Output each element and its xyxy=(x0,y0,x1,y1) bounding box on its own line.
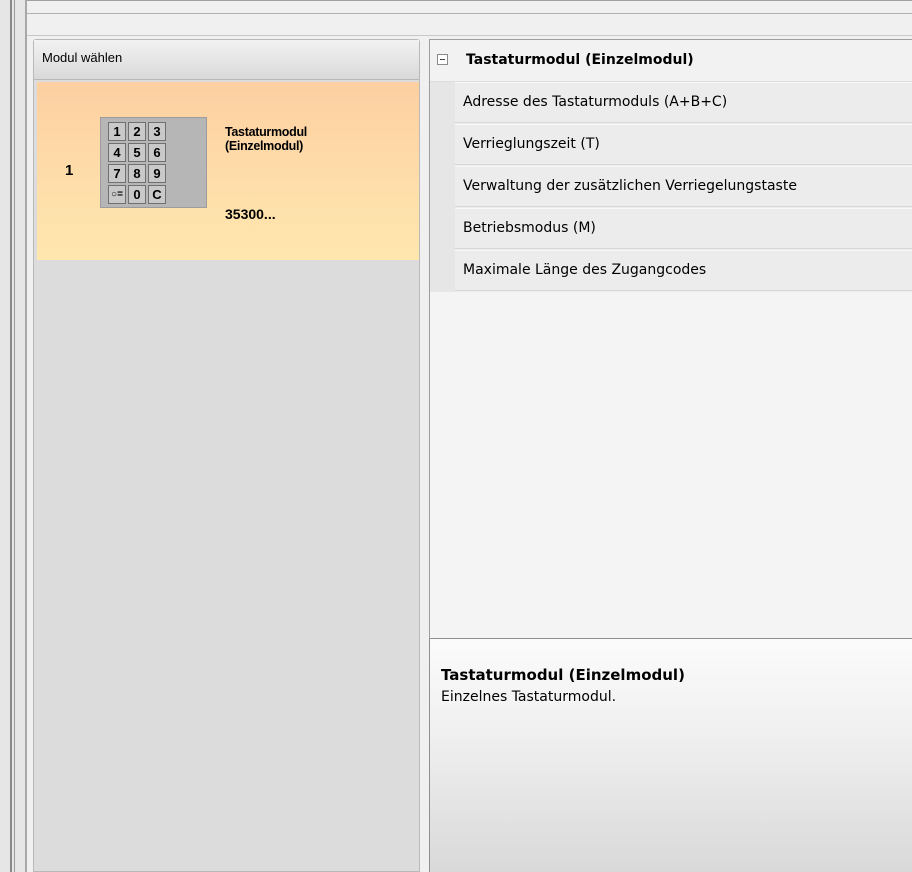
property-label: Maximale Länge des Zugangcodes xyxy=(463,262,707,278)
keypad-key: 2 xyxy=(128,122,146,141)
keypad-key: 5 xyxy=(128,143,146,162)
keypad-key: C xyxy=(148,185,166,204)
property-row-lock-time[interactable]: Verrieglungszeit (T) xyxy=(430,124,912,166)
property-label: Adresse des Tastaturmoduls (A+B+C) xyxy=(463,94,728,110)
property-row-extra-lock-key[interactable]: Verwaltung der zusätzlichen Verriegelung… xyxy=(430,166,912,208)
description-title: Tastaturmodul (Einzelmodul) xyxy=(441,666,685,684)
window-frame-left xyxy=(0,0,27,872)
property-row-code-length[interactable]: Maximale Länge des Zugangcodes xyxy=(430,250,912,292)
keypad-key: 7 xyxy=(108,164,126,183)
collapse-minus-icon[interactable] xyxy=(437,54,448,65)
module-card[interactable]: 1 1 2 3 4 5 6 7 8 9 ○= 0 C Tastaturmodul… xyxy=(37,82,419,260)
module-name-line1: Tastaturmodul xyxy=(225,125,307,139)
property-grid-empty-area xyxy=(430,292,912,640)
keypad-key: 0 xyxy=(128,185,146,204)
description-text: Einzelnes Tastaturmodul. xyxy=(441,689,617,705)
top-toolbar-strip xyxy=(27,0,912,36)
property-label: Betriebsmodus (M) xyxy=(463,220,596,236)
keypad-module-icon: 1 2 3 4 5 6 7 8 9 ○= 0 C xyxy=(100,117,207,208)
module-select-header: Modul wählen xyxy=(34,40,419,80)
keypad-key: 3 xyxy=(148,122,166,141)
keypad-key: 8 xyxy=(128,164,146,183)
description-panel: Tastaturmodul (Einzelmodul) Einzelnes Ta… xyxy=(429,638,912,872)
property-row-operating-mode[interactable]: Betriebsmodus (M) xyxy=(430,208,912,250)
property-grid: Tastaturmodul (Einzelmodul) Adresse des … xyxy=(429,39,912,640)
property-label: Verwaltung der zusätzlichen Verriegelung… xyxy=(463,178,797,194)
keypad-key: 1 xyxy=(108,122,126,141)
keypad-key: 9 xyxy=(148,164,166,183)
property-category-row[interactable]: Tastaturmodul (Einzelmodul) xyxy=(430,40,912,82)
module-name: Tastaturmodul (Einzelmodul) xyxy=(225,125,405,153)
module-code: 35300... xyxy=(225,206,276,222)
module-select-panel: Modul wählen 1 1 2 3 4 5 6 7 8 9 ○= 0 C … xyxy=(33,39,420,872)
property-row-address[interactable]: Adresse des Tastaturmoduls (A+B+C) xyxy=(430,82,912,124)
module-index: 1 xyxy=(65,162,74,179)
property-category-label: Tastaturmodul (Einzelmodul) xyxy=(466,52,694,68)
keypad-key: 6 xyxy=(148,143,166,162)
keypad-key: 4 xyxy=(108,143,126,162)
module-name-line2: (Einzelmodul) xyxy=(225,139,304,153)
keypad-key-key-icon: ○= xyxy=(108,185,126,204)
property-label: Verrieglungszeit (T) xyxy=(463,136,600,152)
